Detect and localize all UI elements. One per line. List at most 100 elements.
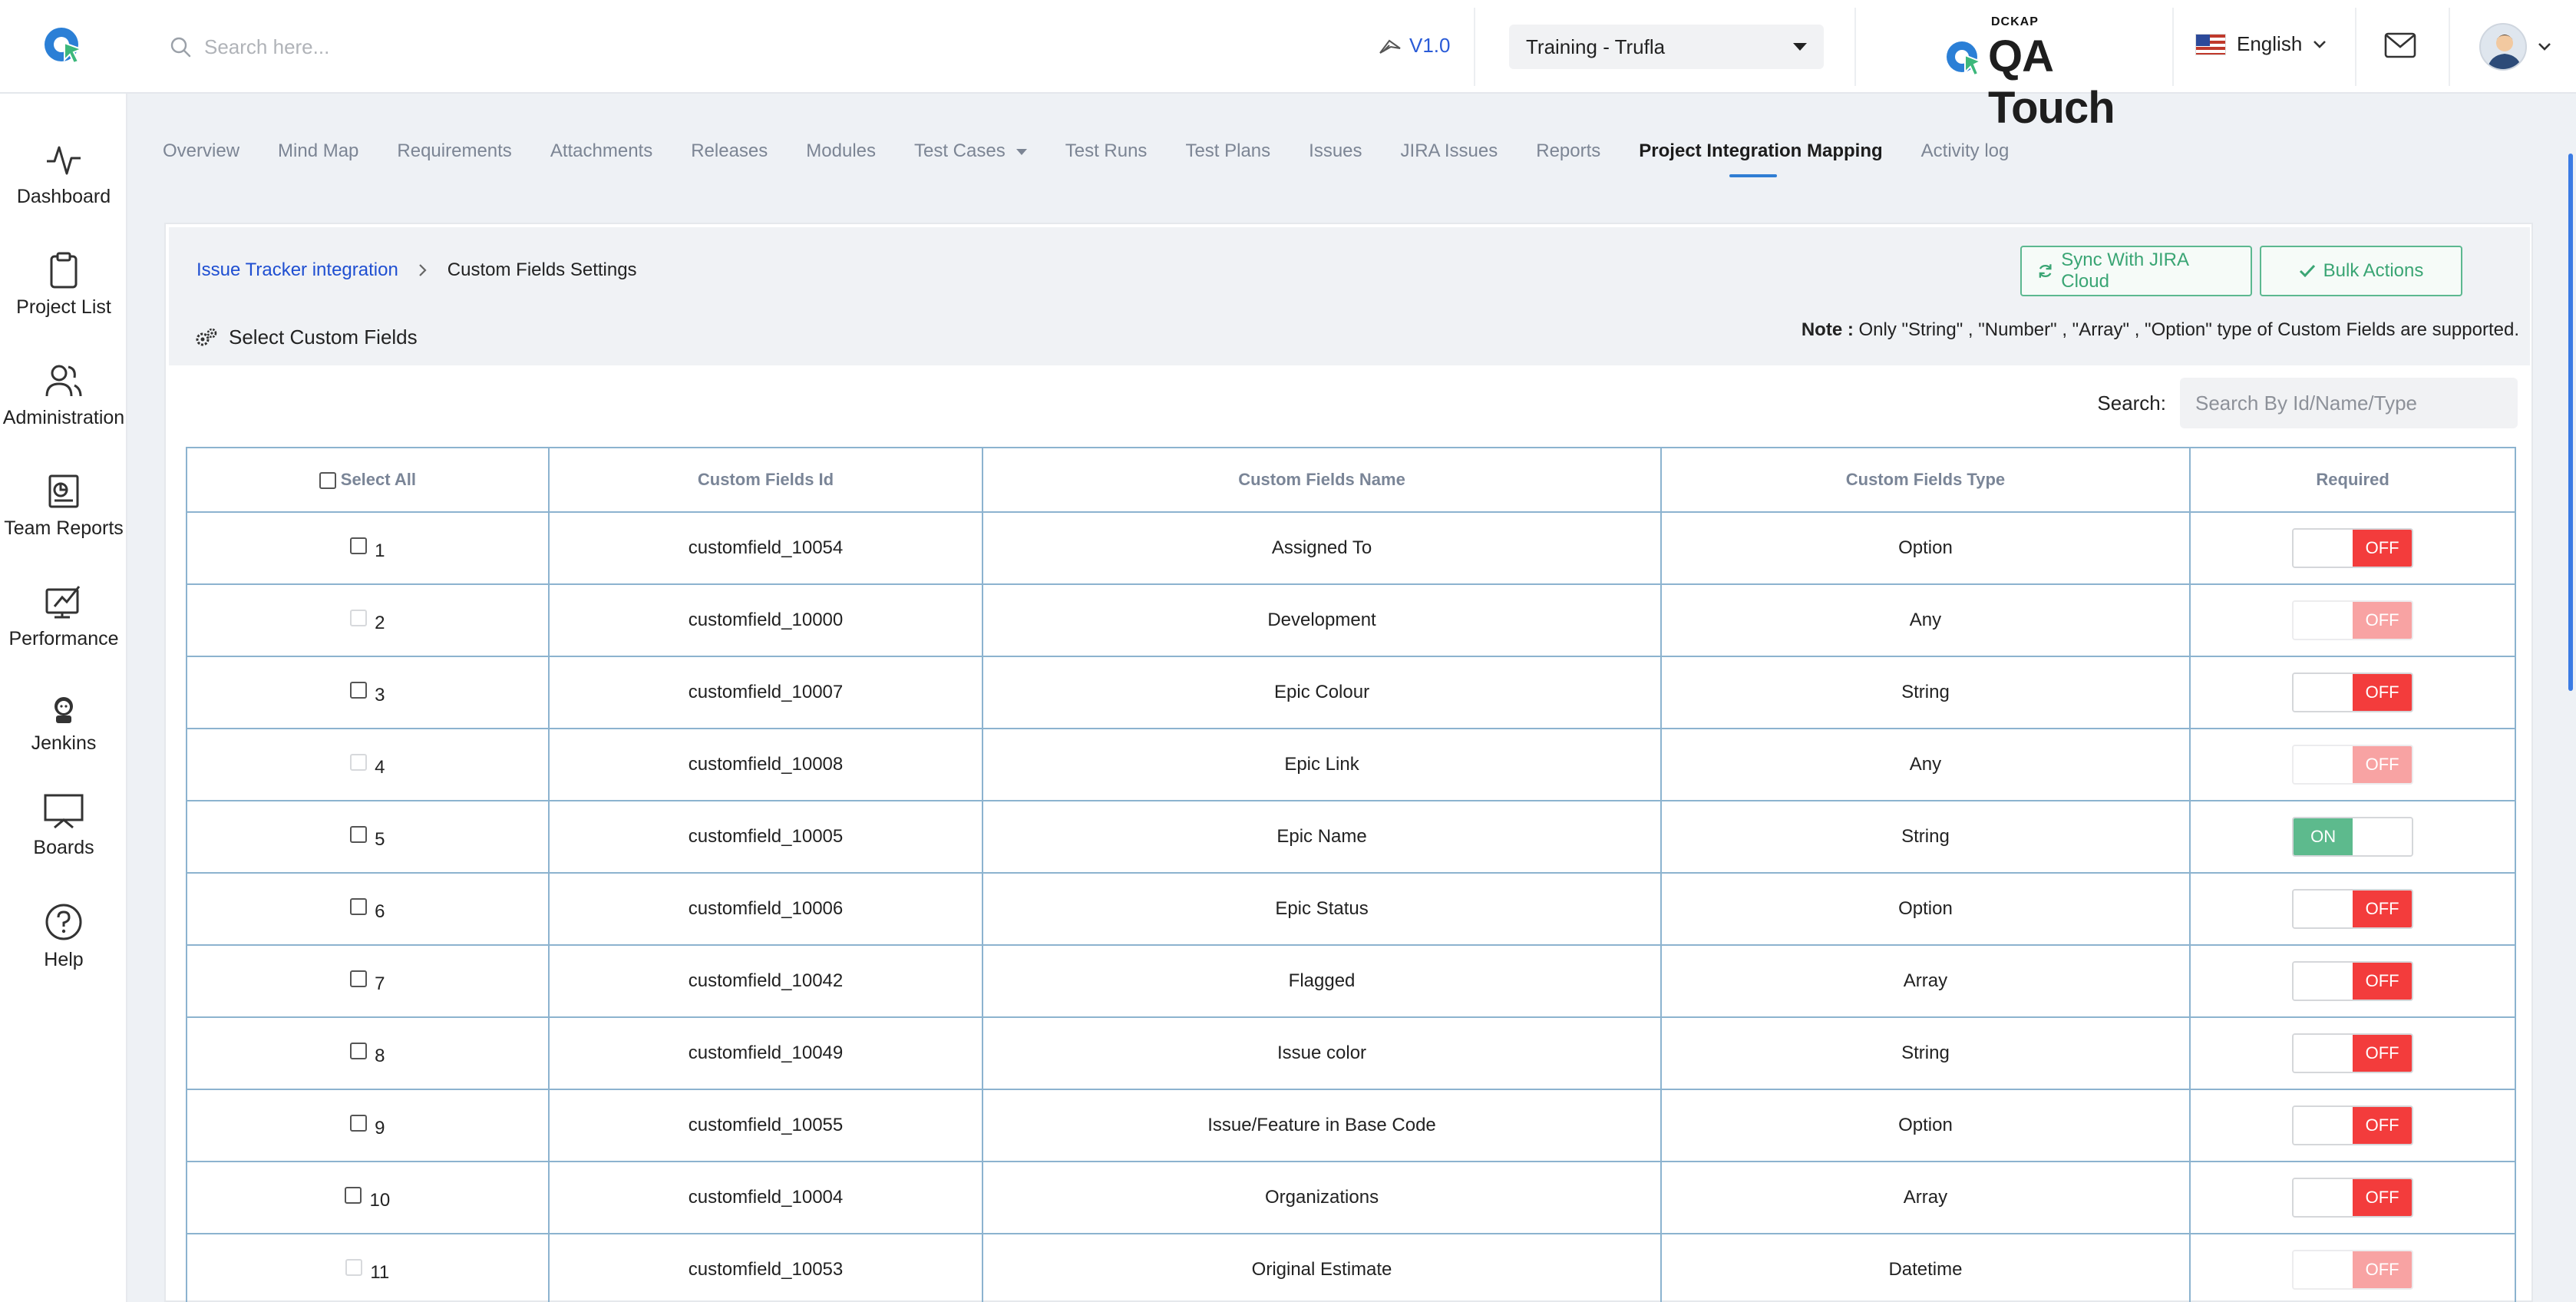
row-checkbox[interactable] [350, 897, 368, 915]
toggle-blank [2294, 1107, 2353, 1144]
section-title: Select Custom Fields [195, 326, 418, 349]
tab-reports[interactable]: Reports [1536, 140, 1600, 162]
row-number: 3 [375, 685, 385, 706]
toggle-state: OFF [2353, 746, 2413, 783]
sidebar-item-project-list[interactable]: Project List [0, 252, 127, 319]
tab-jira-issues[interactable]: JIRA Issues [1401, 140, 1498, 162]
page-scrollbar[interactable] [2568, 154, 2573, 691]
app-logo-icon[interactable] [41, 23, 84, 66]
field-type-cell: Any [1660, 583, 2191, 657]
row-checkbox[interactable] [350, 1042, 368, 1059]
column-header-name[interactable]: Custom Fields Name [982, 447, 1662, 513]
select-all-checkbox[interactable] [319, 472, 336, 490]
tab-test-cases[interactable]: Test Cases [914, 140, 1027, 162]
header-divider [1854, 8, 1856, 86]
required-cell: OFF [2189, 872, 2516, 946]
field-name-cell: Issue color [982, 1016, 1662, 1090]
tab-test-cases-label: Test Cases [914, 140, 1006, 161]
column-header-type[interactable]: Custom Fields Type [1660, 447, 2191, 513]
sidebar-item-team-reports[interactable]: Team Reports [0, 473, 127, 540]
sidebar-item-jenkins[interactable]: Jenkins [0, 694, 127, 755]
row-checkbox[interactable] [350, 970, 368, 987]
tab-requirements[interactable]: Requirements [397, 140, 511, 162]
language-selector[interactable]: English [2195, 32, 2327, 56]
section-title-text: Select Custom Fields [229, 326, 418, 349]
sidebar-item-performance[interactable]: Performance [0, 583, 127, 650]
required-toggle[interactable]: OFF [2292, 961, 2414, 1001]
required-toggle[interactable]: OFF [2292, 1178, 2414, 1218]
table-row: 2 customfield_10000 Development Any OFF [186, 583, 2516, 657]
field-id-cell: customfield_10000 [547, 583, 984, 657]
row-checkbox[interactable] [350, 537, 368, 554]
field-id-cell: customfield_10049 [547, 1016, 984, 1090]
sidebar-item-administration[interactable]: Administration [0, 362, 127, 429]
select-cell: 9 [186, 1089, 550, 1162]
version-indicator[interactable]: V1.0 [1379, 34, 1451, 58]
field-type-cell: Array [1660, 1161, 2191, 1234]
tab-activity-log[interactable]: Activity log [1921, 140, 2010, 162]
tab-issues[interactable]: Issues [1309, 140, 1362, 162]
sidebar-item-label: Project List [16, 296, 111, 318]
field-type-cell: Any [1660, 728, 2191, 801]
row-number: 2 [375, 613, 385, 633]
field-id-cell: customfield_10005 [547, 800, 984, 874]
table-row: 1 customfield_10054 Assigned To Option O… [186, 511, 2516, 585]
row-checkbox[interactable] [350, 681, 368, 699]
check-icon [2299, 264, 2315, 278]
field-type-cell: String [1660, 800, 2191, 874]
table-search-input[interactable] [2180, 378, 2518, 428]
tab-project-integration-mapping[interactable]: Project Integration Mapping [1639, 140, 1883, 177]
required-toggle[interactable]: ON [2292, 817, 2414, 857]
field-type-cell: String [1660, 1016, 2191, 1090]
row-number: 4 [375, 757, 385, 778]
field-id-cell: customfield_10006 [547, 872, 984, 946]
required-toggle[interactable]: OFF [2292, 889, 2414, 929]
custom-fields-panel: Issue Tracker integration Custom Fields … [164, 223, 2533, 1302]
required-cell: OFF [2189, 1016, 2516, 1090]
required-toggle[interactable]: OFF [2292, 528, 2414, 568]
toggle-state: OFF [2353, 602, 2413, 639]
column-header-id[interactable]: Custom Fields Id [547, 447, 984, 513]
tab-test-runs[interactable]: Test Runs [1065, 140, 1148, 162]
project-dropdown[interactable]: Training - Trufla [1509, 25, 1824, 69]
required-toggle[interactable]: OFF [2292, 672, 2414, 712]
bulk-actions-button[interactable]: Bulk Actions [2260, 246, 2462, 296]
tab-releases[interactable]: Releases [691, 140, 768, 162]
sidebar-item-dashboard[interactable]: Dashboard [0, 141, 127, 208]
project-tabs: Overview Mind Map Requirements Attachmen… [163, 132, 2010, 177]
row-checkbox[interactable] [350, 1114, 368, 1132]
field-id-cell: customfield_10004 [547, 1161, 984, 1234]
user-menu[interactable] [2479, 23, 2551, 71]
row-number: 1 [375, 540, 385, 561]
required-toggle[interactable]: OFF [2292, 1033, 2414, 1073]
row-checkbox[interactable] [345, 1186, 362, 1204]
tab-attachments[interactable]: Attachments [550, 140, 652, 162]
global-search [169, 26, 860, 68]
sidebar-item-help[interactable]: Help [0, 903, 127, 971]
field-type-cell: Option [1660, 872, 2191, 946]
required-cell: OFF [2189, 1089, 2516, 1162]
select-cell: 6 [186, 872, 550, 946]
required-toggle: OFF [2292, 745, 2414, 785]
sync-jira-button[interactable]: Sync With JIRA Cloud [2020, 246, 2252, 296]
row-checkbox[interactable] [350, 825, 368, 843]
global-search-input[interactable] [204, 35, 818, 59]
tab-overview[interactable]: Overview [163, 140, 239, 162]
toggle-blank [2353, 818, 2413, 855]
tab-modules[interactable]: Modules [806, 140, 876, 162]
sidebar-item-boards[interactable]: Boards [0, 792, 127, 859]
breadcrumb-current: Custom Fields Settings [447, 259, 637, 280]
mail-icon[interactable] [2384, 32, 2416, 58]
required-toggle[interactable]: OFF [2292, 1105, 2414, 1145]
field-name-cell: Assigned To [982, 511, 1662, 585]
bulk-actions-label: Bulk Actions [2323, 260, 2424, 281]
column-header-required[interactable]: Required [2189, 447, 2516, 513]
sidebar-item-label: Performance [8, 628, 119, 649]
breadcrumb-link-issue-tracker[interactable]: Issue Tracker integration [197, 259, 398, 281]
language-label: English [2237, 32, 2303, 55]
performance-icon [45, 586, 81, 619]
tab-test-plans[interactable]: Test Plans [1185, 140, 1270, 162]
row-checkbox [345, 1258, 363, 1276]
tab-mind-map[interactable]: Mind Map [278, 140, 358, 162]
field-id-cell: customfield_10042 [547, 944, 984, 1018]
